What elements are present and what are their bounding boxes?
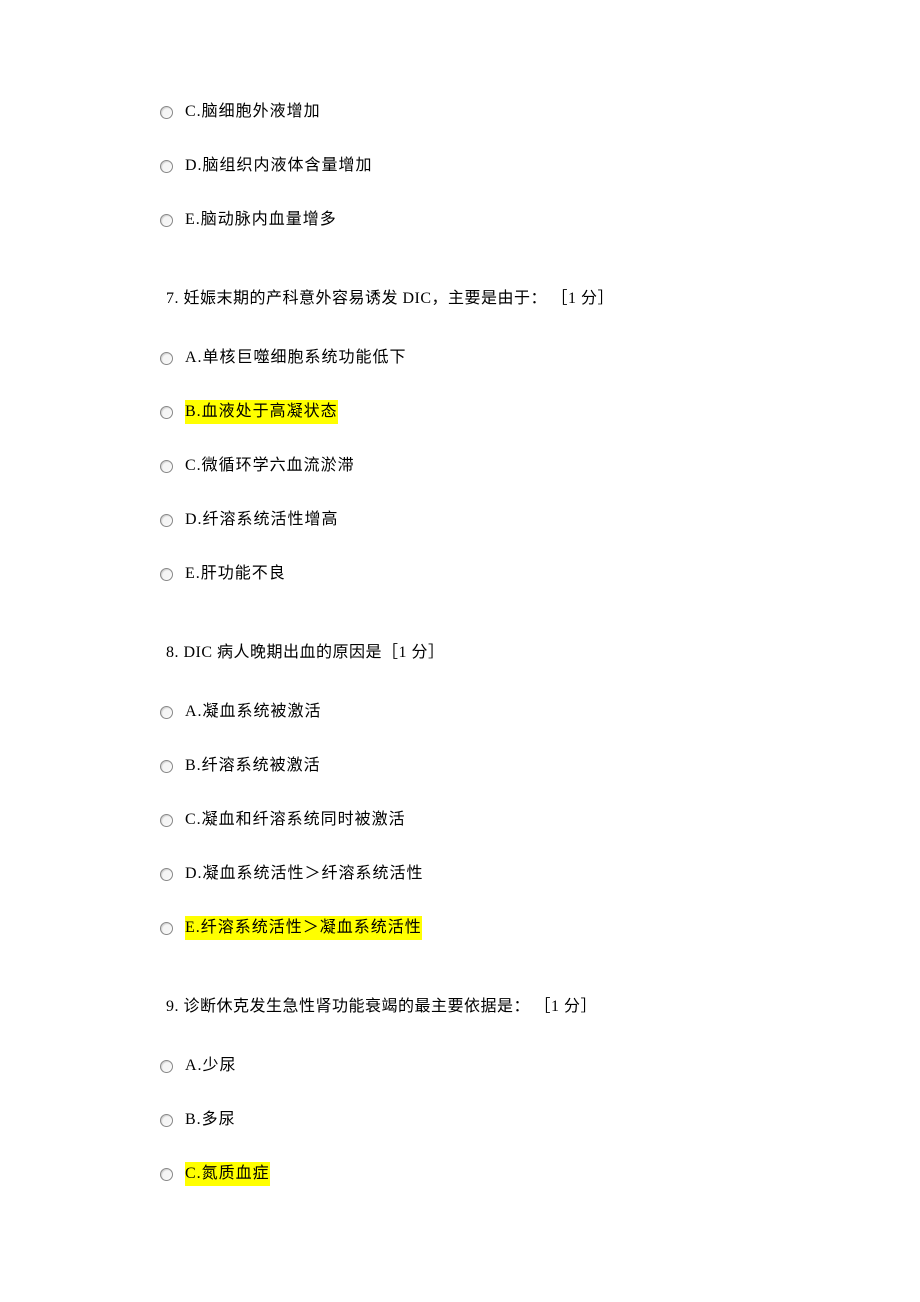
option-text: E.纤溶系统活性＞凝血系统活性 xyxy=(185,916,422,940)
option-text: E.肝功能不良 xyxy=(185,562,286,586)
option-row[interactable]: A.凝血系统被激活 xyxy=(160,700,920,724)
option-row[interactable]: D.脑组织内液体含量增加 xyxy=(160,154,920,178)
radio-icon[interactable] xyxy=(160,568,173,581)
option-text: C.脑细胞外液增加 xyxy=(185,100,321,124)
option-text: D.纤溶系统活性增高 xyxy=(185,508,339,532)
option-row[interactable]: D.凝血系统活性＞纤溶系统活性 xyxy=(160,862,920,886)
option-text: B.多尿 xyxy=(185,1108,236,1132)
radio-icon[interactable] xyxy=(160,514,173,527)
question-prompt: 9. 诊断休克发生急性肾功能衰竭的最主要依据是： ［1 分］ xyxy=(166,995,920,1019)
option-row[interactable]: C.微循环学六血流淤滞 xyxy=(160,454,920,478)
radio-icon[interactable] xyxy=(160,1114,173,1127)
radio-icon[interactable] xyxy=(160,352,173,365)
radio-icon[interactable] xyxy=(160,922,173,935)
option-row[interactable]: C.凝血和纤溶系统同时被激活 xyxy=(160,808,920,832)
option-text: C.氮质血症 xyxy=(185,1162,270,1186)
radio-icon[interactable] xyxy=(160,814,173,827)
radio-icon[interactable] xyxy=(160,1168,173,1181)
option-row[interactable]: E.纤溶系统活性＞凝血系统活性 xyxy=(160,916,920,940)
radio-icon[interactable] xyxy=(160,214,173,227)
option-row[interactable]: B.多尿 xyxy=(160,1108,920,1132)
option-text: D.凝血系统活性＞纤溶系统活性 xyxy=(185,862,424,886)
option-text: B.纤溶系统被激活 xyxy=(185,754,321,778)
option-row[interactable]: B.血液处于高凝状态 xyxy=(160,400,920,424)
option-text: A.单核巨噬细胞系统功能低下 xyxy=(185,346,407,370)
question-prompt: 8. DIC 病人晚期出血的原因是［1 分］ xyxy=(166,641,920,665)
radio-icon[interactable] xyxy=(160,160,173,173)
option-row[interactable]: A.少尿 xyxy=(160,1054,920,1078)
option-text: A.少尿 xyxy=(185,1054,237,1078)
option-row[interactable]: C.脑细胞外液增加 xyxy=(160,100,920,124)
option-row[interactable]: B.纤溶系统被激活 xyxy=(160,754,920,778)
radio-icon[interactable] xyxy=(160,460,173,473)
radio-icon[interactable] xyxy=(160,1060,173,1073)
radio-icon[interactable] xyxy=(160,868,173,881)
radio-icon[interactable] xyxy=(160,106,173,119)
radio-icon[interactable] xyxy=(160,706,173,719)
radio-icon[interactable] xyxy=(160,760,173,773)
option-text: C.微循环学六血流淤滞 xyxy=(185,454,355,478)
option-text: C.凝血和纤溶系统同时被激活 xyxy=(185,808,406,832)
radio-icon[interactable] xyxy=(160,406,173,419)
option-text: D.脑组织内液体含量增加 xyxy=(185,154,373,178)
option-row[interactable]: A.单核巨噬细胞系统功能低下 xyxy=(160,346,920,370)
option-row[interactable]: D.纤溶系统活性增高 xyxy=(160,508,920,532)
option-row[interactable]: C.氮质血症 xyxy=(160,1162,920,1186)
option-text: B.血液处于高凝状态 xyxy=(185,400,338,424)
option-text: A.凝血系统被激活 xyxy=(185,700,322,724)
option-row[interactable]: E.脑动脉内血量增多 xyxy=(160,208,920,232)
option-row[interactable]: E.肝功能不良 xyxy=(160,562,920,586)
option-text: E.脑动脉内血量增多 xyxy=(185,208,337,232)
question-prompt: 7. 妊娠末期的产科意外容易诱发 DIC，主要是由于： ［1 分］ xyxy=(166,287,920,311)
